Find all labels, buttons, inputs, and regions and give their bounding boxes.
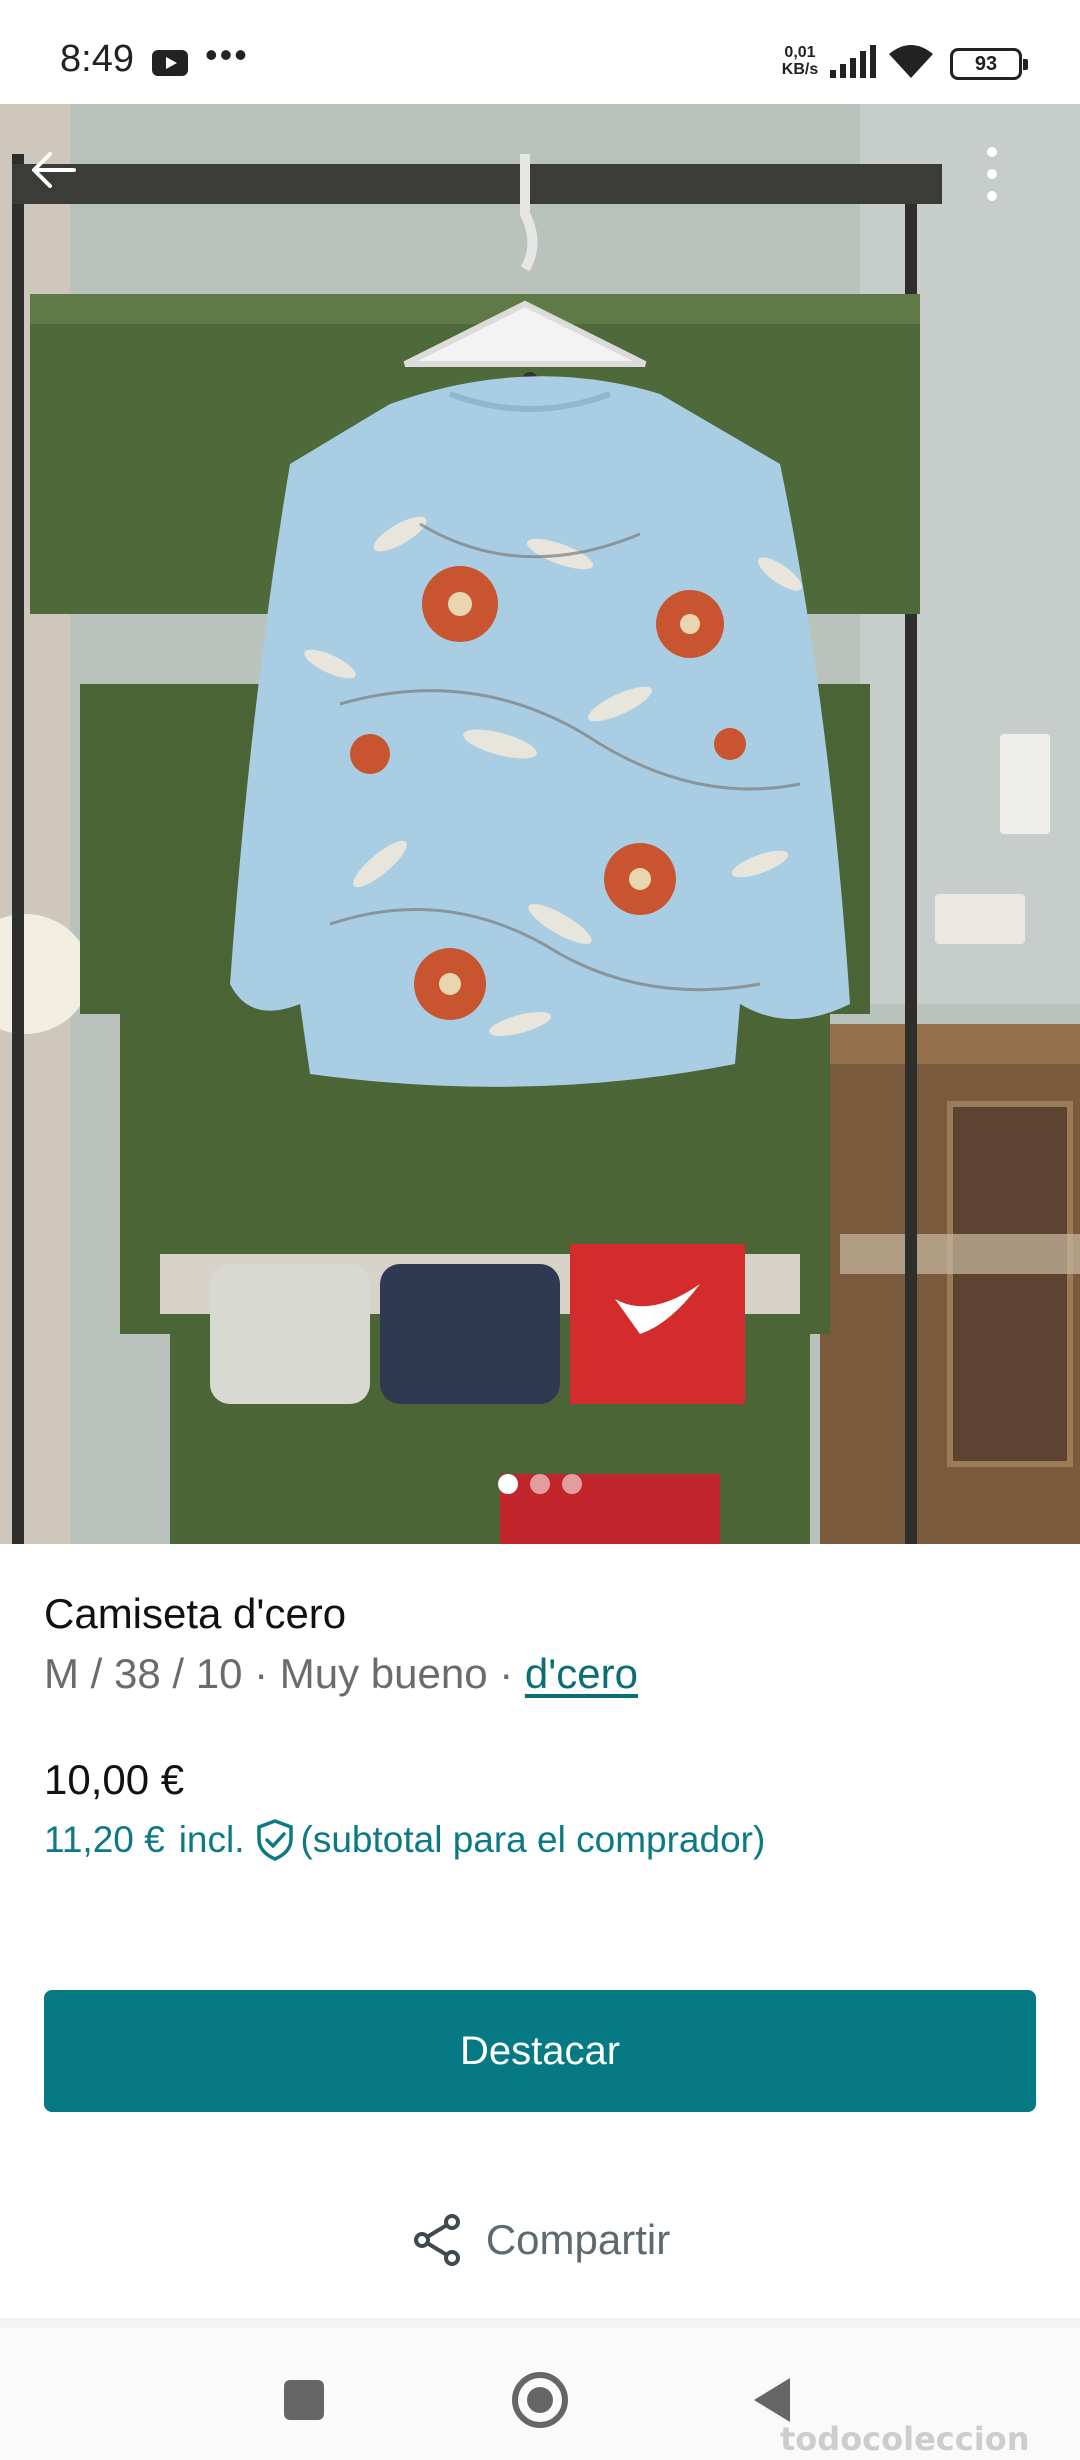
share-icon (413, 2214, 460, 2266)
share-label: Compartir (485, 2216, 671, 2263)
carousel-dot[interactable] (562, 1474, 582, 1494)
brand-link[interactable]: d'cero (525, 1650, 638, 1697)
more-options-button[interactable] (985, 144, 1045, 224)
product-price: 10,00 € (44, 1756, 185, 1803)
home-icon[interactable] (512, 2372, 568, 2428)
system-back-icon[interactable] (754, 2378, 790, 2422)
network-speed-value: 0,01 (784, 44, 816, 61)
product-photo (0, 104, 1080, 1544)
product-info: Camiseta d'cero M / 38 / 10 · Muy bueno … (44, 1590, 1044, 1706)
status-time: 8:49 (60, 38, 134, 80)
status-bar: 8:49 ••• 0,01 KB/s 93 (0, 0, 1080, 104)
network-speed-unit: KB/s (781, 61, 819, 78)
wifi-icon (889, 45, 933, 78)
meta-separator: · (487, 1650, 525, 1697)
recent-apps-icon[interactable] (284, 2380, 324, 2420)
shield-check-icon (256, 1819, 293, 1861)
product-condition: Muy bueno (279, 1650, 488, 1697)
product-meta: M / 38 / 10 · Muy bueno · d'cero (44, 1650, 1044, 1706)
product-image-gallery[interactable] (0, 104, 1080, 1544)
product-size: M / 38 / 10 (44, 1650, 243, 1697)
carousel-indicator (0, 1474, 1080, 1504)
more-notifications-icon: ••• (205, 34, 249, 75)
battery-icon: 93 (950, 48, 1028, 80)
buyer-price-row[interactable]: 11,20 € incl. (subtotal para el comprado… (44, 1818, 765, 1862)
buyer-price: 11,20 € (44, 1819, 165, 1860)
divider (0, 2318, 1080, 2328)
arrow-left-icon (32, 152, 76, 188)
buyer-price-incl: incl. (178, 1819, 245, 1860)
share-button[interactable]: Compartir (0, 2200, 1080, 2280)
youtube-icon (152, 50, 188, 76)
carousel-dot[interactable] (530, 1474, 550, 1494)
system-nav-bar: todocoleccion (0, 2328, 1080, 2460)
meta-separator: · (242, 1650, 280, 1697)
watermark-logo: todocoleccion (780, 2420, 1030, 2458)
vertical-dots-icon (987, 147, 997, 201)
back-button[interactable] (28, 144, 98, 214)
network-speed: 0,01 KB/s (775, 44, 825, 78)
carousel-dot-active[interactable] (498, 1474, 518, 1494)
battery-level: 93 (974, 53, 998, 75)
buyer-price-note: (subtotal para el comprador) (300, 1819, 766, 1860)
product-title: Camiseta d'cero (44, 1590, 347, 1637)
signal-icon (830, 45, 876, 78)
feature-button[interactable]: Destacar (44, 1990, 1036, 2112)
